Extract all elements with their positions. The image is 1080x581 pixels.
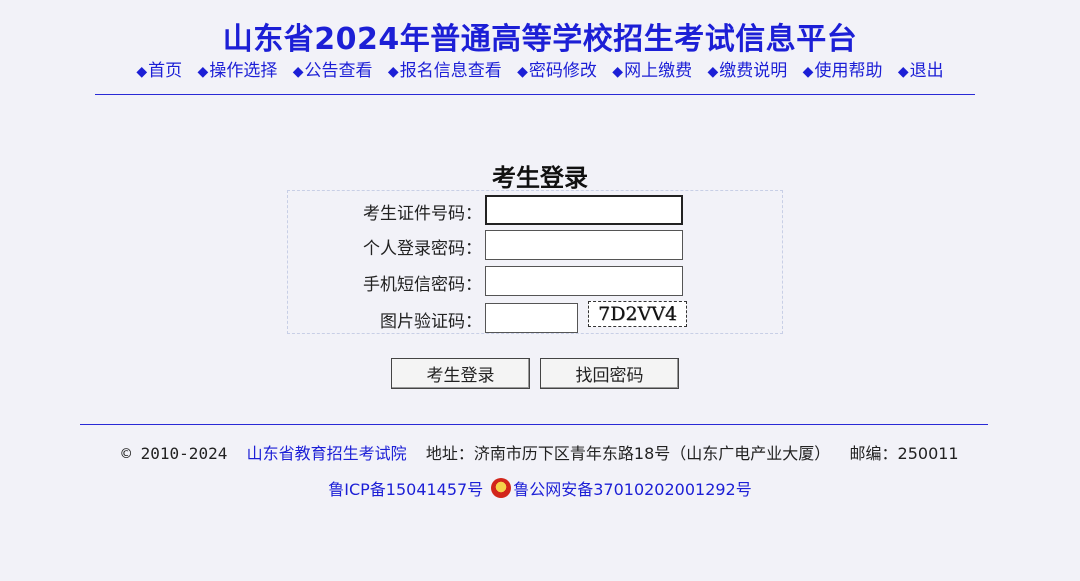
login-button[interactable]: 考生登录 (391, 358, 530, 389)
diamond-icon: ◆ (707, 64, 719, 80)
sms-row: 手机短信密码： (288, 264, 784, 296)
diamond-icon: ◆ (197, 64, 209, 80)
nav-item-registration-info[interactable]: ◆报名信息查看 (388, 61, 502, 81)
password-label: 个人登录密码： (363, 239, 482, 259)
nav-item-home[interactable]: ◆首页 (136, 61, 182, 81)
nav-item-change-password[interactable]: ◆密码修改 (517, 61, 597, 81)
footer-records: 鲁ICP备15041457号 鲁公网安备37010202001292号 (0, 476, 1080, 500)
sms-code-input[interactable] (485, 266, 683, 296)
diamond-icon: ◆ (517, 64, 528, 80)
page-title: 山东省2024年普通高等学校招生考试信息平台 (222, 22, 858, 57)
copyright: © 2010-2024 (121, 444, 228, 463)
icp-link[interactable]: 鲁ICP备15041457号 (328, 480, 483, 499)
login-form: 考生证件号码： 个人登录密码： 手机短信密码： 图片验证码： 7D2VV4 (287, 190, 783, 334)
nav-item-online-payment[interactable]: ◆网上缴费 (612, 61, 692, 81)
nav-item-payment-info[interactable]: ◆缴费说明 (707, 61, 787, 81)
diamond-icon: ◆ (387, 64, 399, 80)
password-input[interactable] (485, 230, 683, 260)
id-label: 考生证件号码： (363, 204, 482, 224)
password-row: 个人登录密码： (288, 228, 784, 260)
sms-label: 手机短信密码： (363, 275, 482, 295)
postcode: 邮编：250011 (849, 444, 959, 463)
diamond-icon: ◆ (612, 64, 624, 80)
captcha-image[interactable]: 7D2VV4 (588, 301, 687, 327)
login-title: 考生登录 (492, 163, 588, 192)
diamond-icon: ◆ (136, 64, 148, 80)
nav-item-logout[interactable]: ◆退出 (898, 61, 944, 81)
footer-divider (80, 424, 988, 425)
footer-info: © 2010-2024 山东省教育招生考试院 地址：济南市历下区青年东路18号（… (0, 440, 1080, 464)
captcha-label: 图片验证码： (380, 312, 482, 332)
nav-item-operations[interactable]: ◆操作选择 (198, 61, 278, 81)
police-record-link[interactable]: 鲁公网安备37010202001292号 (513, 480, 752, 499)
captcha-input[interactable] (485, 303, 578, 333)
captcha-row: 图片验证码： 7D2VV4 (288, 301, 784, 333)
top-nav: ◆首页 ◆操作选择 ◆公告查看 ◆报名信息查看 ◆密码修改 ◆网上缴费 ◆缴费说… (0, 56, 1080, 81)
address: 地址：济南市历下区青年东路18号（山东广电产业大厦） (425, 444, 831, 463)
header-divider (95, 94, 975, 95)
org-link[interactable]: 山东省教育招生考试院 (247, 444, 407, 463)
id-number-input[interactable] (485, 195, 683, 225)
diamond-icon: ◆ (897, 64, 909, 80)
nav-item-notices[interactable]: ◆公告查看 (293, 61, 373, 81)
recover-password-button[interactable]: 找回密码 (540, 358, 679, 389)
diamond-icon: ◆ (802, 64, 814, 80)
id-row: 考生证件号码： (288, 193, 784, 225)
nav-item-help[interactable]: ◆使用帮助 (803, 61, 883, 81)
diamond-icon: ◆ (292, 64, 304, 80)
police-badge-icon (491, 478, 512, 498)
